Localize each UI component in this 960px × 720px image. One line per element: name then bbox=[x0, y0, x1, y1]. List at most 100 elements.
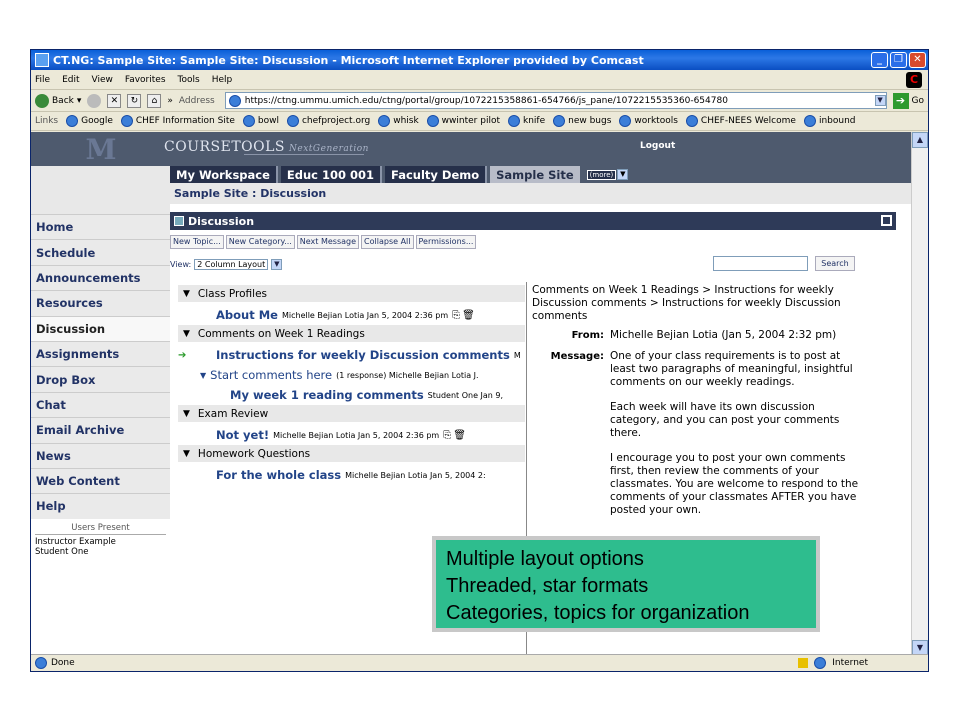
link-icon bbox=[286, 115, 299, 127]
nav-toolbar: Back ▾ ✕ ↻ ⌂ » Address https://ctng.ummu.… bbox=[31, 90, 928, 112]
nav-help[interactable]: Help bbox=[31, 493, 170, 519]
link-bowl[interactable]: bowl bbox=[242, 115, 279, 127]
forward-button[interactable] bbox=[87, 93, 102, 108]
new-topic-button[interactable]: New Topic... bbox=[170, 235, 224, 249]
collapse-all-button[interactable]: Collapse All bbox=[361, 235, 414, 249]
nav-chat[interactable]: Chat bbox=[31, 391, 170, 418]
layout-select[interactable]: 2 Column Layout bbox=[194, 258, 269, 270]
discussion-icon bbox=[174, 216, 184, 226]
link-google[interactable]: Google bbox=[66, 115, 113, 127]
nav-discussion[interactable]: Discussion bbox=[31, 315, 170, 341]
view-row: View: 2 Column Layout ▼ Search bbox=[170, 256, 890, 271]
back-button[interactable]: Back ▾ bbox=[35, 93, 81, 108]
address-input[interactable]: https://ctng.ummu.umich.edu/ctng/portal/… bbox=[224, 92, 887, 109]
link-new-bugs[interactable]: new bugs bbox=[553, 115, 611, 127]
menu-help[interactable]: Help bbox=[212, 75, 233, 85]
maximize-pane-icon[interactable] bbox=[881, 215, 892, 226]
stop-button[interactable]: ✕ bbox=[107, 93, 122, 108]
link-inbound[interactable]: inbound bbox=[803, 115, 855, 127]
annotation-callout: Multiple layout options Threaded, star f… bbox=[432, 536, 820, 632]
home-button[interactable]: ⌂ bbox=[147, 93, 162, 108]
user-name: Student One bbox=[35, 546, 89, 557]
menu-file[interactable]: File bbox=[35, 75, 50, 85]
site-nav: Home Schedule Announcements Resources Di… bbox=[31, 214, 170, 519]
new-category-button[interactable]: New Category... bbox=[225, 235, 295, 249]
category-row[interactable]: ▼ Class Profiles bbox=[178, 285, 525, 302]
nav-schedule[interactable]: Schedule bbox=[31, 239, 170, 265]
maximize-button[interactable]: ❐ bbox=[890, 52, 907, 68]
link-wwinter[interactable]: wwinter pilot bbox=[426, 115, 500, 127]
message-row[interactable]: My week 1 reading comments Student One Ja… bbox=[178, 385, 525, 405]
copy-icon[interactable]: ⎘ bbox=[452, 310, 460, 321]
link-chefproject[interactable]: chefproject.org bbox=[286, 115, 370, 127]
toolbar-overflow-icon[interactable]: » bbox=[167, 96, 173, 106]
category-row[interactable]: ▼ Comments on Week 1 Readings bbox=[178, 325, 525, 342]
expand-triangle-icon: ▼ bbox=[183, 328, 190, 339]
search-button[interactable]: Search bbox=[815, 256, 855, 271]
link-icon bbox=[426, 115, 439, 127]
link-icon bbox=[619, 115, 632, 127]
menu-view[interactable]: View bbox=[92, 75, 113, 85]
more-sites-select[interactable]: (more) ▼ bbox=[586, 169, 629, 180]
search-input[interactable] bbox=[713, 256, 808, 271]
discussion-titlebar: Discussion bbox=[170, 212, 896, 230]
message-row-selected[interactable]: ➔ Instructions for weekly Discussion comm… bbox=[178, 345, 525, 365]
nav-assignments[interactable]: Assignments bbox=[31, 340, 170, 367]
lock-icon bbox=[798, 658, 809, 668]
message-row[interactable]: ▼ Start comments here (1 response) Michell… bbox=[178, 365, 525, 385]
trash-icon[interactable]: 🗑 bbox=[453, 430, 466, 441]
nav-news[interactable]: News bbox=[31, 442, 170, 468]
trash-icon[interactable]: 🗑 bbox=[462, 310, 475, 321]
next-message-button[interactable]: Next Message bbox=[296, 235, 360, 249]
menu-edit[interactable]: Edit bbox=[62, 75, 79, 85]
nav-home[interactable]: Home bbox=[31, 214, 170, 240]
nav-drop-box[interactable]: Drop Box bbox=[31, 366, 170, 392]
menu-bar: File Edit View Favorites Tools Help C bbox=[31, 70, 928, 90]
logout-link[interactable]: Logout bbox=[640, 141, 675, 151]
status-text: Done bbox=[51, 658, 75, 668]
nav-announcements[interactable]: Announcements bbox=[31, 264, 170, 291]
go-arrow-icon: ➔ bbox=[892, 92, 909, 109]
tab-faculty-demo[interactable]: Faculty Demo bbox=[385, 166, 488, 183]
category-row[interactable]: ▼ Homework Questions bbox=[178, 445, 525, 462]
nav-web-content[interactable]: Web Content bbox=[31, 467, 170, 494]
tab-sample-site[interactable]: Sample Site bbox=[490, 166, 580, 183]
page-icon bbox=[228, 94, 241, 107]
go-button[interactable]: ➔ Go bbox=[892, 92, 924, 109]
discussion-toolbar: New Topic... New Category... Next Messag… bbox=[170, 235, 911, 249]
ie-icon bbox=[35, 53, 49, 67]
tab-my-workspace[interactable]: My Workspace bbox=[170, 166, 278, 183]
refresh-button[interactable]: ↻ bbox=[127, 93, 142, 108]
menu-tools[interactable]: Tools bbox=[178, 75, 200, 85]
nav-email-archive[interactable]: Email Archive bbox=[31, 417, 170, 443]
vertical-scrollbar[interactable]: ▲ ▼ bbox=[911, 132, 928, 656]
link-knife[interactable]: knife bbox=[507, 115, 545, 127]
left-sidebar: M Home Schedule Announcements Resources … bbox=[31, 132, 170, 656]
scroll-up-icon[interactable]: ▲ bbox=[912, 132, 928, 148]
link-whisk[interactable]: whisk bbox=[378, 115, 419, 127]
message-row[interactable]: About Me Michelle Bejian Lotia Jan 5, 200… bbox=[178, 305, 525, 325]
nav-resources[interactable]: Resources bbox=[31, 290, 170, 316]
chevron-down-icon[interactable]: ▼ bbox=[271, 258, 283, 270]
tab-educ-100[interactable]: Educ 100 001 bbox=[280, 166, 383, 183]
link-icon bbox=[120, 115, 133, 127]
category-row[interactable]: ▼ Exam Review bbox=[178, 405, 525, 422]
globe-icon bbox=[814, 657, 827, 669]
copy-icon[interactable]: ⎘ bbox=[443, 430, 451, 441]
minimize-button[interactable]: _ bbox=[871, 52, 888, 68]
message-row[interactable]: For the whole class Michelle Bejian Lotia… bbox=[178, 465, 525, 485]
page-icon bbox=[35, 657, 47, 669]
window-title: CT.NG: Sample Site: Sample Site: Discuss… bbox=[53, 53, 644, 67]
address-dropdown-icon[interactable]: ▼ bbox=[874, 95, 886, 106]
breadcrumb: Sample Site : Discussion bbox=[170, 183, 911, 204]
link-chef-info[interactable]: CHEF Information Site bbox=[120, 115, 235, 127]
link-worktools[interactable]: worktools bbox=[619, 115, 678, 127]
close-button[interactable]: ✕ bbox=[909, 52, 926, 68]
link-chef-nees[interactable]: CHEF-NEES Welcome bbox=[685, 115, 796, 127]
from-value: Michelle Bejian Lotia (Jan 5, 2004 2:32 … bbox=[610, 329, 837, 341]
message-row[interactable]: Not yet! Michelle Bejian Lotia Jan 5, 200… bbox=[178, 425, 525, 445]
header-bar: COURSETOOLS NextGeneration Logout bbox=[164, 132, 911, 166]
thread-tree: ▼ Class Profiles About Me Michelle Bejian … bbox=[178, 285, 525, 485]
permissions-button[interactable]: Permissions... bbox=[415, 235, 477, 249]
menu-favorites[interactable]: Favorites bbox=[125, 75, 166, 85]
